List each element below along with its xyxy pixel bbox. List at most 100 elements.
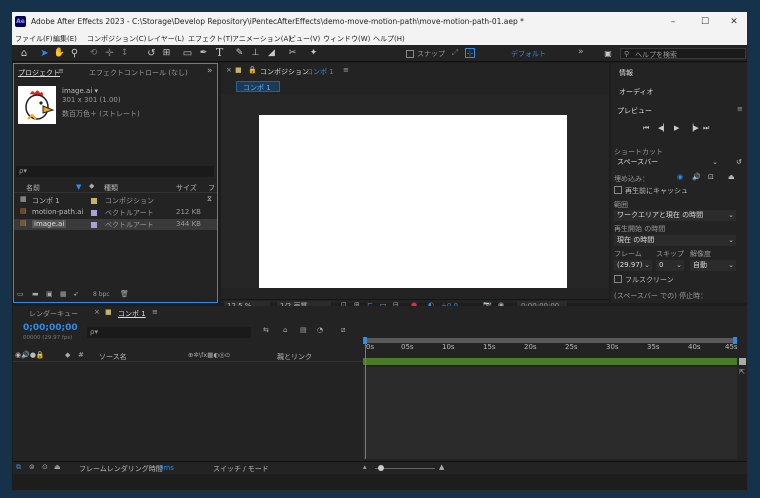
pen-tool-icon[interactable]: ✒ bbox=[198, 47, 209, 59]
switch-mode-toggle[interactable]: スイッチ / モード bbox=[213, 464, 269, 474]
play-icon[interactable]: ▶ bbox=[674, 124, 679, 132]
adjust-icon[interactable]: ▦ bbox=[60, 290, 67, 298]
menu-help[interactable]: ヘルプ(H) bbox=[373, 34, 405, 44]
project-search-input[interactable]: ρ▾ bbox=[16, 166, 214, 177]
column-parent-link[interactable]: 親とリンク bbox=[277, 352, 312, 362]
maximize-button[interactable]: ☐ bbox=[691, 14, 719, 30]
zoom-in-mountain-icon[interactable]: ▲ bbox=[439, 463, 444, 471]
audio-include-icon[interactable]: 🔊 bbox=[692, 173, 701, 181]
time-range-bar[interactable] bbox=[363, 358, 737, 365]
flowchart-icon[interactable]: ⧖ bbox=[207, 195, 212, 204]
frame-rate-dropdown[interactable]: (29.97) ⌄ bbox=[614, 260, 652, 271]
frame-blending-icon[interactable]: ▤ bbox=[300, 326, 307, 334]
playhead[interactable] bbox=[365, 338, 366, 459]
project-row-image[interactable]: ▤ image.ai ベクトルアート 344 KB bbox=[14, 219, 217, 230]
comp-flowchart-icon[interactable]: ⇆ bbox=[263, 326, 269, 334]
tab-render-queue[interactable]: レンダーキュー bbox=[29, 309, 78, 319]
column-name[interactable]: 名前 bbox=[26, 183, 40, 193]
menu-file[interactable]: ファイル(F) bbox=[15, 34, 53, 44]
layer-search-input[interactable]: ρ▾ bbox=[87, 327, 251, 338]
comp-tab-prefix[interactable]: コンポジション bbox=[260, 67, 309, 77]
tab-project[interactable]: プロジェクト bbox=[18, 68, 60, 78]
zoom-tool-icon[interactable]: ⚲ bbox=[69, 47, 80, 59]
clone-stamp-tool-icon[interactable]: ⊥ bbox=[250, 47, 261, 59]
rotation-tool-icon[interactable]: ↺ bbox=[146, 47, 157, 59]
track-area[interactable] bbox=[363, 367, 737, 459]
column-source-name[interactable]: ソース名 bbox=[99, 352, 127, 362]
composition-viewer[interactable] bbox=[221, 94, 609, 288]
column-size[interactable]: サイズ bbox=[176, 183, 197, 193]
info-panel-tab[interactable]: 情報 bbox=[619, 68, 633, 78]
menu-window[interactable]: ウィンドウ(W) bbox=[323, 34, 370, 44]
preview-panel-menu-icon[interactable]: ≡ bbox=[737, 105, 743, 113]
bpc-label[interactable]: 8 bpc bbox=[93, 291, 110, 298]
zoom-slider-handle[interactable] bbox=[378, 465, 384, 471]
preview-panel-tab[interactable]: プレビュー bbox=[617, 106, 652, 116]
close-tab-icon[interactable]: × bbox=[94, 308, 100, 316]
fullscreen-checkbox[interactable] bbox=[614, 275, 622, 283]
snap-grid-icon[interactable]: ⊹ bbox=[465, 48, 475, 58]
shy-layers-icon[interactable]: ⌂ bbox=[283, 326, 287, 334]
next-frame-icon[interactable]: ▕▶ bbox=[688, 124, 699, 132]
comp-marker-icon[interactable] bbox=[739, 358, 746, 365]
time-ruler[interactable]: 0s 05s 10s 15s 20s 25s 30s 35s 40s 45s bbox=[363, 337, 747, 366]
toggle-modes-icon[interactable]: ⊚ bbox=[29, 463, 35, 471]
zoom-time-icon[interactable]: ⇱ bbox=[739, 368, 745, 376]
comp-tab-name[interactable]: コンポ 1 bbox=[306, 67, 334, 77]
last-frame-icon[interactable]: ⏭ bbox=[703, 124, 709, 133]
sort-arrow-icon[interactable]: ▼ bbox=[76, 183, 81, 191]
keyboard-shortcuts-icon[interactable]: ▣ bbox=[602, 48, 614, 58]
workspace-menu-button[interactable]: » bbox=[578, 47, 584, 57]
resolution-dropdown[interactable]: 自動 ⌄ bbox=[690, 260, 736, 271]
label-column-icon[interactable]: ◆ bbox=[89, 182, 94, 190]
roto-brush-tool-icon[interactable]: ✂ bbox=[287, 47, 298, 59]
graph-editor-icon[interactable]: ⧄ bbox=[341, 326, 345, 335]
menu-animation[interactable]: アニメーション(A) bbox=[232, 34, 291, 44]
anchor-point-tool-icon[interactable]: ⊞ bbox=[161, 47, 172, 59]
eraser-tool-icon[interactable]: ◢ bbox=[266, 47, 277, 59]
hand-tool-icon[interactable]: ✋ bbox=[54, 47, 65, 59]
menu-view[interactable]: ビュー(V) bbox=[289, 34, 320, 44]
project-row-motion-path[interactable]: ▤ motion-path.ai ベクトルアート 212 KB bbox=[14, 207, 217, 218]
toggle-render-time-icon[interactable]: ⏏ bbox=[54, 463, 61, 471]
menu-edit[interactable]: 編集(E) bbox=[53, 34, 77, 44]
puppet-tool-icon[interactable]: ✦ bbox=[308, 47, 319, 59]
close-button[interactable]: ✕ bbox=[720, 14, 747, 30]
workspace-label[interactable]: デフォルト bbox=[511, 49, 546, 59]
dolly-camera-icon[interactable]: ↕ bbox=[119, 47, 130, 59]
type-tool-icon[interactable]: T bbox=[214, 46, 225, 59]
tab-effect-controls[interactable]: エフェクトコントロール (なし) bbox=[89, 68, 188, 78]
shortcut-dropdown[interactable]: スペースバー ⌄ bbox=[614, 157, 720, 168]
cache-checkbox[interactable] bbox=[614, 186, 622, 194]
menu-layer[interactable]: レイヤー(L) bbox=[147, 34, 184, 44]
previous-frame-icon[interactable]: ◀▏ bbox=[658, 124, 669, 132]
menu-composition[interactable]: コンポジション(C) bbox=[87, 34, 146, 44]
motion-blur-icon[interactable]: ◔ bbox=[317, 326, 323, 334]
interpret-footage-icon[interactable]: ▭ bbox=[17, 290, 24, 298]
video-include-icon[interactable]: ◉ bbox=[677, 173, 683, 181]
project-panel-menu-icon[interactable]: ≡ bbox=[58, 67, 64, 75]
close-tab-icon[interactable]: × bbox=[226, 66, 232, 74]
layer-controls-icon[interactable]: ⏏ bbox=[728, 173, 735, 181]
zoom-slider-track[interactable] bbox=[375, 468, 435, 469]
timeline-timecode[interactable]: 0;00;00;00 bbox=[23, 323, 78, 333]
zoom-out-mountain-icon[interactable]: ▴ bbox=[363, 463, 367, 471]
preview-name[interactable]: image.ai ▾ bbox=[62, 87, 98, 95]
audio-panel-tab[interactable]: オーディオ bbox=[619, 87, 654, 97]
render-send-icon[interactable]: ➶ bbox=[73, 290, 79, 298]
column-type[interactable]: 種類 bbox=[104, 183, 118, 193]
comp-canvas[interactable] bbox=[259, 115, 567, 288]
comp-panel-menu-icon[interactable]: ≡ bbox=[343, 66, 349, 74]
play-from-dropdown[interactable]: 現在 の時間 ⌄ bbox=[614, 235, 736, 246]
reset-icon[interactable]: ↺ bbox=[736, 158, 742, 166]
trash-icon[interactable]: 🗑 bbox=[120, 290, 129, 298]
lock-icon[interactable]: 🔒 bbox=[248, 66, 257, 74]
help-search-box[interactable]: ⚲ ヘルプを検索 bbox=[620, 48, 746, 59]
toggle-switches-icon[interactable]: ⧉ bbox=[16, 463, 21, 472]
toggle-in-out-icon[interactable]: ⊙ bbox=[42, 463, 48, 471]
home-icon[interactable]: ⌂ bbox=[18, 47, 30, 59]
pan-camera-icon[interactable]: ✛ bbox=[104, 47, 115, 59]
timeline-tab-comp[interactable]: コンポ 1 bbox=[118, 309, 146, 319]
new-folder-icon[interactable]: ▬ bbox=[32, 290, 39, 298]
snap-checkbox[interactable] bbox=[406, 50, 414, 58]
